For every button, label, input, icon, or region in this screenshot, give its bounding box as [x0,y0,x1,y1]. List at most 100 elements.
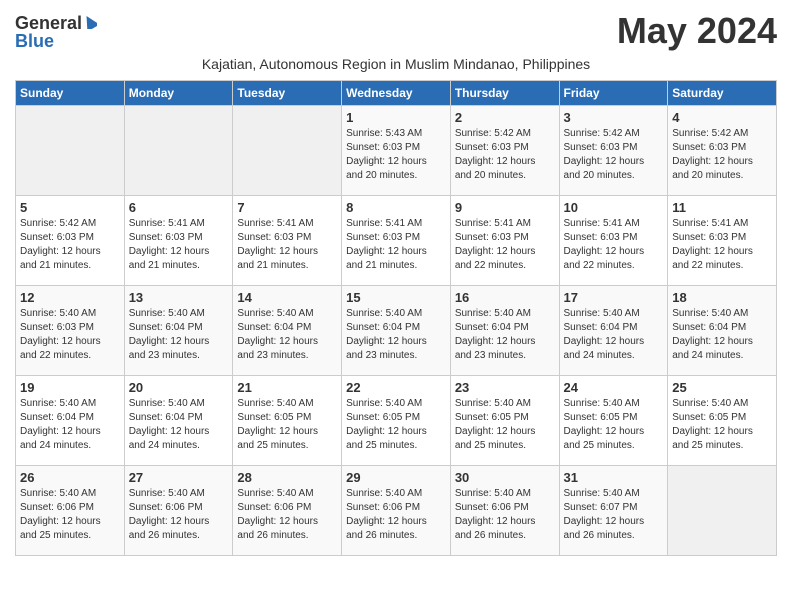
day-info: Sunrise: 5:40 AM Sunset: 6:07 PM Dayligh… [564,487,664,543]
day-number: 13 [129,290,229,305]
day-info: Sunrise: 5:40 AM Sunset: 6:04 PM Dayligh… [129,397,229,453]
calendar-cell: 14 Sunrise: 5:40 AM Sunset: 6:04 PM Dayli… [233,286,342,376]
logo-general-text: General [15,14,82,32]
calendar-header-row: SundayMondayTuesdayWednesdayThursdayFrid… [16,81,777,106]
calendar-cell: 7Sunrise: 5:41 AM Sunset: 6:03 PM Daylig… [233,196,342,286]
calendar-week-row: 1 Sunrise: 5:43 AM Sunset: 6:03 PM Daylig… [16,106,777,196]
day-info: Sunrise: 5:42 AM Sunset: 6:03 PM Dayligh… [455,127,555,183]
calendar-cell: 9 Sunrise: 5:41 AM Sunset: 6:03 PM Daylig… [450,196,559,286]
calendar-cell: 31 Sunrise: 5:40 AM Sunset: 6:07 PM Dayli… [559,466,668,556]
logo-triangle-icon [83,15,97,29]
header: General Blue May 2024 [15,10,777,52]
calendar-cell: 19 Sunrise: 5:40 AM Sunset: 6:04 PM Dayli… [16,376,125,466]
day-info: Sunrise: 5:41 AM Sunset: 6:03 PM Dayligh… [455,217,555,273]
day-info: Sunrise: 5:42 AM Sunset: 6:03 PM Dayligh… [672,127,772,183]
day-number: 28 [237,470,337,485]
day-info: Sunrise: 5:40 AM Sunset: 6:04 PM Dayligh… [672,307,772,363]
day-info: Sunrise: 5:40 AM Sunset: 6:05 PM Dayligh… [455,397,555,453]
calendar-cell: 25 Sunrise: 5:40 AM Sunset: 6:05 PM Dayli… [668,376,777,466]
day-number: 20 [129,380,229,395]
calendar-cell: 5Sunrise: 5:42 AM Sunset: 6:03 PM Daylig… [16,196,125,286]
calendar-cell: 23 Sunrise: 5:40 AM Sunset: 6:05 PM Dayli… [450,376,559,466]
day-number: 10 [564,200,664,215]
calendar-cell: 11 Sunrise: 5:41 AM Sunset: 6:03 PM Dayli… [668,196,777,286]
column-header-friday: Friday [559,81,668,106]
calendar-cell [124,106,233,196]
day-number: 19 [20,380,120,395]
day-info: Sunrise: 5:40 AM Sunset: 6:03 PM Dayligh… [20,307,120,363]
day-number: 3 [564,110,664,125]
day-number: 21 [237,380,337,395]
day-number: 9 [455,200,555,215]
calendar-week-row: 26 Sunrise: 5:40 AM Sunset: 6:06 PM Dayli… [16,466,777,556]
day-info: Sunrise: 5:40 AM Sunset: 6:05 PM Dayligh… [346,397,446,453]
day-number: 5 [20,200,120,215]
calendar-cell: 1 Sunrise: 5:43 AM Sunset: 6:03 PM Daylig… [342,106,451,196]
calendar-cell: 17 Sunrise: 5:40 AM Sunset: 6:04 PM Dayli… [559,286,668,376]
calendar-cell: 2 Sunrise: 5:42 AM Sunset: 6:03 PM Daylig… [450,106,559,196]
calendar-week-row: 19 Sunrise: 5:40 AM Sunset: 6:04 PM Dayli… [16,376,777,466]
day-info: Sunrise: 5:40 AM Sunset: 6:05 PM Dayligh… [237,397,337,453]
calendar-cell: 30 Sunrise: 5:40 AM Sunset: 6:06 PM Dayli… [450,466,559,556]
day-number: 11 [672,200,772,215]
day-info: Sunrise: 5:40 AM Sunset: 6:06 PM Dayligh… [455,487,555,543]
logo-blue-text: Blue [15,32,54,50]
day-number: 2 [455,110,555,125]
day-number: 8 [346,200,446,215]
calendar-week-row: 5Sunrise: 5:42 AM Sunset: 6:03 PM Daylig… [16,196,777,286]
calendar-cell: 4Sunrise: 5:42 AM Sunset: 6:03 PM Daylig… [668,106,777,196]
day-info: Sunrise: 5:40 AM Sunset: 6:04 PM Dayligh… [20,397,120,453]
day-number: 24 [564,380,664,395]
day-number: 12 [20,290,120,305]
day-number: 15 [346,290,446,305]
calendar-cell: 16Sunrise: 5:40 AM Sunset: 6:04 PM Dayli… [450,286,559,376]
day-info: Sunrise: 5:41 AM Sunset: 6:03 PM Dayligh… [672,217,772,273]
subtitle: Kajatian, Autonomous Region in Muslim Mi… [15,56,777,72]
month-title: May 2024 [617,10,777,52]
column-header-wednesday: Wednesday [342,81,451,106]
day-number: 14 [237,290,337,305]
day-number: 1 [346,110,446,125]
column-header-monday: Monday [124,81,233,106]
day-info: Sunrise: 5:40 AM Sunset: 6:06 PM Dayligh… [20,487,120,543]
calendar-table: SundayMondayTuesdayWednesdayThursdayFrid… [15,80,777,556]
day-number: 31 [564,470,664,485]
column-header-saturday: Saturday [668,81,777,106]
calendar-body: 1 Sunrise: 5:43 AM Sunset: 6:03 PM Daylig… [16,106,777,556]
day-info: Sunrise: 5:40 AM Sunset: 6:06 PM Dayligh… [129,487,229,543]
day-info: Sunrise: 5:42 AM Sunset: 6:03 PM Dayligh… [564,127,664,183]
calendar-cell: 26 Sunrise: 5:40 AM Sunset: 6:06 PM Dayli… [16,466,125,556]
day-number: 6 [129,200,229,215]
calendar-cell: 22 Sunrise: 5:40 AM Sunset: 6:05 PM Dayli… [342,376,451,466]
calendar-cell: 24 Sunrise: 5:40 AM Sunset: 6:05 PM Dayli… [559,376,668,466]
day-number: 23 [455,380,555,395]
calendar-cell: 29Sunrise: 5:40 AM Sunset: 6:06 PM Dayli… [342,466,451,556]
logo: General Blue [15,14,97,50]
day-info: Sunrise: 5:40 AM Sunset: 6:06 PM Dayligh… [237,487,337,543]
calendar-cell: 3 Sunrise: 5:42 AM Sunset: 6:03 PM Daylig… [559,106,668,196]
day-info: Sunrise: 5:40 AM Sunset: 6:05 PM Dayligh… [672,397,772,453]
calendar-cell: 8 Sunrise: 5:41 AM Sunset: 6:03 PM Daylig… [342,196,451,286]
calendar-week-row: 12 Sunrise: 5:40 AM Sunset: 6:03 PM Dayli… [16,286,777,376]
day-number: 16 [455,290,555,305]
day-number: 29 [346,470,446,485]
calendar-cell: 15 Sunrise: 5:40 AM Sunset: 6:04 PM Dayli… [342,286,451,376]
day-info: Sunrise: 5:40 AM Sunset: 6:04 PM Dayligh… [564,307,664,363]
day-number: 26 [20,470,120,485]
day-info: Sunrise: 5:41 AM Sunset: 6:03 PM Dayligh… [129,217,229,273]
column-header-tuesday: Tuesday [233,81,342,106]
calendar-cell: 20 Sunrise: 5:40 AM Sunset: 6:04 PM Dayli… [124,376,233,466]
day-number: 7 [237,200,337,215]
day-number: 25 [672,380,772,395]
day-info: Sunrise: 5:40 AM Sunset: 6:05 PM Dayligh… [564,397,664,453]
day-info: Sunrise: 5:40 AM Sunset: 6:04 PM Dayligh… [237,307,337,363]
day-info: Sunrise: 5:40 AM Sunset: 6:04 PM Dayligh… [129,307,229,363]
day-number: 17 [564,290,664,305]
day-info: Sunrise: 5:43 AM Sunset: 6:03 PM Dayligh… [346,127,446,183]
day-info: Sunrise: 5:41 AM Sunset: 6:03 PM Dayligh… [346,217,446,273]
day-info: Sunrise: 5:40 AM Sunset: 6:04 PM Dayligh… [346,307,446,363]
day-info: Sunrise: 5:41 AM Sunset: 6:03 PM Dayligh… [564,217,664,273]
day-number: 30 [455,470,555,485]
calendar-cell: 10 Sunrise: 5:41 AM Sunset: 6:03 PM Dayli… [559,196,668,286]
day-number: 22 [346,380,446,395]
